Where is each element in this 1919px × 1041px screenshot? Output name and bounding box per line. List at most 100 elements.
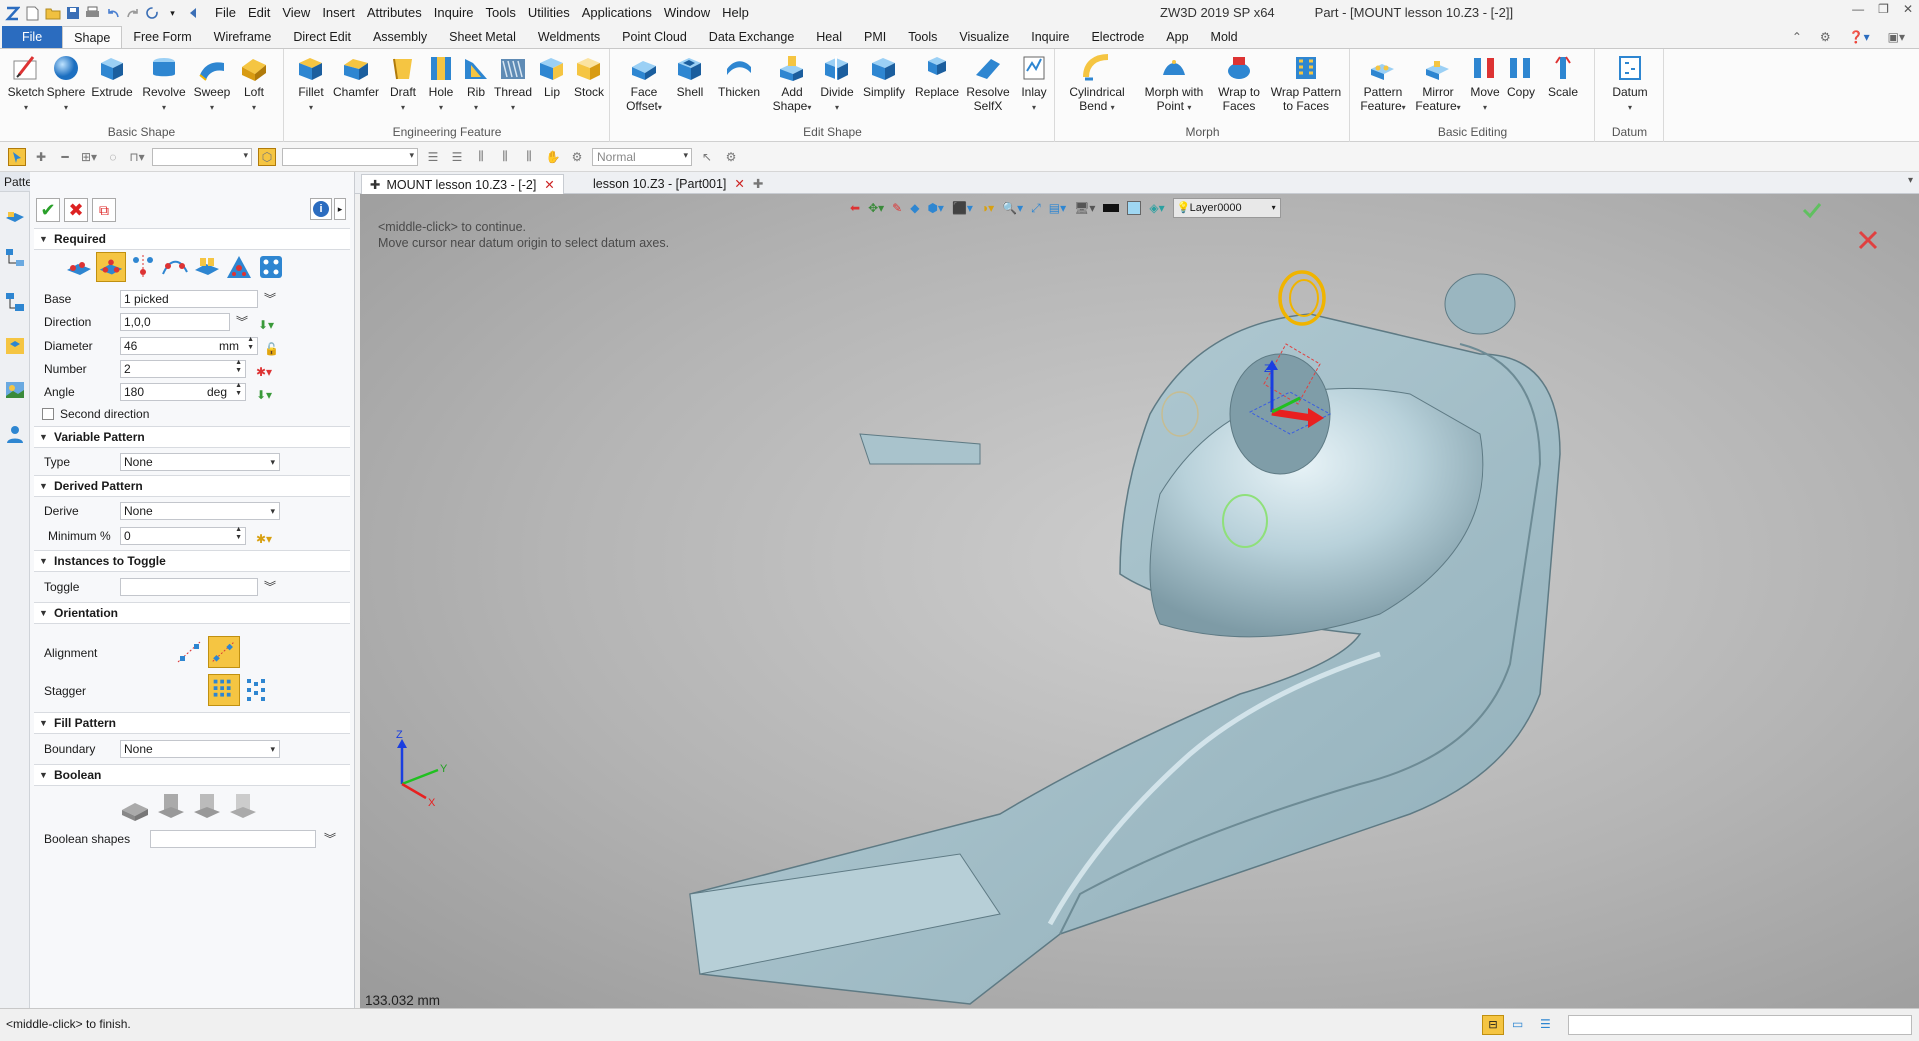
layer-icon[interactable]: ◈▾ — [1149, 201, 1164, 215]
stagger-option-1-icon[interactable] — [208, 674, 240, 706]
pattern-feature-button[interactable]: Pattern Feature▾ — [1355, 53, 1411, 115]
pointer-icon[interactable]: ↖ — [698, 148, 716, 166]
base-field[interactable]: 1 picked — [120, 290, 258, 308]
section-derived-pattern[interactable]: Derived Pattern — [34, 475, 350, 497]
ok-check-icon[interactable]: ✔ — [36, 198, 60, 222]
close-tab-icon[interactable]: ✕ — [544, 178, 554, 192]
number-variable-icon[interactable]: ✱▾ — [256, 361, 272, 379]
lasso-icon[interactable]: ◌ — [104, 148, 122, 166]
tab-shape[interactable]: Shape — [62, 26, 123, 48]
help-icon[interactable]: ❓▾ — [1849, 30, 1870, 44]
circular-pattern-icon[interactable] — [96, 252, 126, 282]
hole-button[interactable]: Hole ▾ — [423, 53, 459, 115]
mirror-feature-button[interactable]: Mirror Feature▾ — [1411, 53, 1465, 115]
align-icon-4[interactable]: ⫼ — [496, 148, 514, 166]
sphere-button[interactable]: Sphere ▾ — [46, 53, 86, 115]
copy-button[interactable]: Copy — [1503, 53, 1539, 99]
toggle-expand-icon[interactable]: ︾ — [264, 576, 276, 598]
collapse-ribbon-icon[interactable]: ⌃ — [1792, 30, 1802, 44]
divide-button[interactable]: Divide ▾ — [817, 53, 857, 115]
direction-pick-icon[interactable]: ⬇▾ — [258, 314, 274, 332]
doc-tab-lesson[interactable]: lesson 10.Z3 - [Part001] ✕ — [585, 174, 753, 194]
visual-manager-icon[interactable] — [3, 378, 27, 402]
sweep-button[interactable]: Sweep ▾ — [190, 53, 234, 115]
cylindrical-bend-button[interactable]: Cylindrical Bend ▾ — [1062, 53, 1132, 115]
render-settings-icon[interactable]: ⚙ — [568, 148, 586, 166]
view-cube-icon[interactable]: ⬢▾ — [927, 201, 944, 215]
cyan-color-icon[interactable] — [1127, 201, 1142, 215]
filter-icon[interactable]: ⊓▾ — [128, 148, 146, 166]
black-color-icon[interactable] — [1103, 204, 1120, 212]
remove-pick-icon[interactable]: ━ — [56, 148, 74, 166]
save-icon[interactable] — [64, 5, 81, 22]
diameter-field[interactable]: 46 mm ▲ ▼ — [120, 336, 258, 355]
direction-expand-icon[interactable]: ︾ — [236, 311, 248, 333]
status-mode-icon[interactable]: ⊟ — [1482, 1015, 1504, 1035]
boolean-shapes-expand-icon[interactable]: ︾ — [324, 828, 336, 850]
face-offset-button[interactable]: Face Offset▾ — [621, 53, 667, 115]
point-pattern-icon[interactable] — [128, 252, 158, 282]
menu-insert[interactable]: Insert — [316, 0, 361, 26]
derive-select[interactable]: None — [120, 502, 280, 520]
menu-view[interactable]: View — [276, 0, 316, 26]
viewport-ok-icon[interactable] — [1802, 203, 1822, 219]
zoom-icon[interactable]: 🔍▾ — [1002, 201, 1023, 215]
app-logo-icon[interactable] — [4, 5, 21, 22]
section-instances-to-toggle[interactable]: Instances to Toggle — [34, 550, 350, 572]
align-icon-2[interactable]: ☰ — [448, 148, 466, 166]
menu-inquire[interactable]: Inquire — [428, 0, 480, 26]
back-arrow-icon[interactable] — [184, 5, 201, 22]
scale-button[interactable]: Scale — [1543, 53, 1583, 99]
stagger-option-2-icon[interactable] — [242, 674, 274, 706]
viewport-cancel-icon[interactable] — [1858, 230, 1878, 250]
layout-icon[interactable]: ▣▾ — [1888, 30, 1905, 44]
morph-with-point-button[interactable]: Morph with Point ▾ — [1136, 53, 1212, 115]
status-list-icon[interactable]: ☰ — [1540, 1017, 1551, 1031]
cancel-x-icon[interactable]: ✖ — [64, 198, 88, 222]
diameter-spinner[interactable]: ▲ ▼ — [247, 336, 254, 352]
type-select[interactable]: None — [120, 453, 280, 471]
angle-pick-icon[interactable]: ⬇▾ — [256, 384, 272, 402]
status-screen-icon[interactable]: ▭ — [1512, 1017, 1523, 1031]
minimum-spinner[interactable]: ▲ ▼ — [235, 526, 242, 542]
minimum-variable-icon[interactable]: ✱▾ — [256, 528, 272, 546]
replace-button[interactable]: Replace — [911, 53, 963, 99]
simplify-button[interactable]: Simplify — [859, 53, 909, 99]
menu-file[interactable]: File — [209, 0, 242, 26]
curve-pattern-icon[interactable] — [160, 252, 190, 282]
tab-sheet-metal[interactable]: Sheet Metal — [438, 26, 527, 48]
tab-pmi[interactable]: PMI — [853, 26, 897, 48]
display-mode-icon[interactable]: ▤▾ — [1049, 201, 1066, 215]
menu-tools[interactable]: Tools — [480, 0, 522, 26]
thread-button[interactable]: Thread ▾ — [493, 53, 533, 115]
revolve-button[interactable]: Revolve ▾ — [140, 53, 188, 115]
align-icon-5[interactable]: ⫼ — [520, 148, 538, 166]
apply-icon[interactable]: ⧉ — [92, 198, 116, 222]
number-field[interactable]: 2 ▲ ▼ — [120, 359, 246, 378]
alignment-option-2-icon[interactable] — [208, 636, 240, 668]
sketch-button[interactable]: Sketch ▾ — [6, 53, 46, 115]
monitor-icon[interactable]: 🖥▾ — [1074, 201, 1095, 215]
filter-value-select[interactable] — [282, 147, 418, 166]
mount-part-model[interactable] — [689, 270, 1561, 1005]
angle-spinner[interactable]: ▲ ▼ — [235, 382, 242, 398]
direction-field[interactable]: 1,0,0 — [120, 313, 230, 331]
section-orientation[interactable]: Orientation — [34, 602, 350, 624]
shell-button[interactable]: Shell — [671, 53, 709, 99]
add-shape-button[interactable]: Add Shape▾ — [769, 53, 815, 115]
loft-button[interactable]: Loft ▾ — [232, 53, 276, 115]
feature-manager-icon[interactable] — [3, 202, 27, 226]
view-manip-icon[interactable]: ✥▾ — [868, 201, 884, 215]
tab-assembly[interactable]: Assembly — [362, 26, 438, 48]
inlay-button[interactable]: Inlay ▾ — [1015, 53, 1053, 115]
tab-point-cloud[interactable]: Point Cloud — [611, 26, 698, 48]
menu-window[interactable]: Window — [658, 0, 716, 26]
second-direction-checkbox[interactable] — [42, 408, 54, 420]
tab-list-icon[interactable]: ▾ — [1908, 175, 1913, 186]
menu-utilities[interactable]: Utilities — [522, 0, 576, 26]
rib-button[interactable]: Rib ▾ — [459, 53, 493, 115]
tab-wireframe[interactable]: Wireframe — [203, 26, 283, 48]
face-pattern-icon[interactable] — [192, 252, 222, 282]
layer-select[interactable]: 💡 Layer0000 ▾ — [1172, 198, 1281, 218]
lip-button[interactable]: Lip — [535, 53, 569, 99]
